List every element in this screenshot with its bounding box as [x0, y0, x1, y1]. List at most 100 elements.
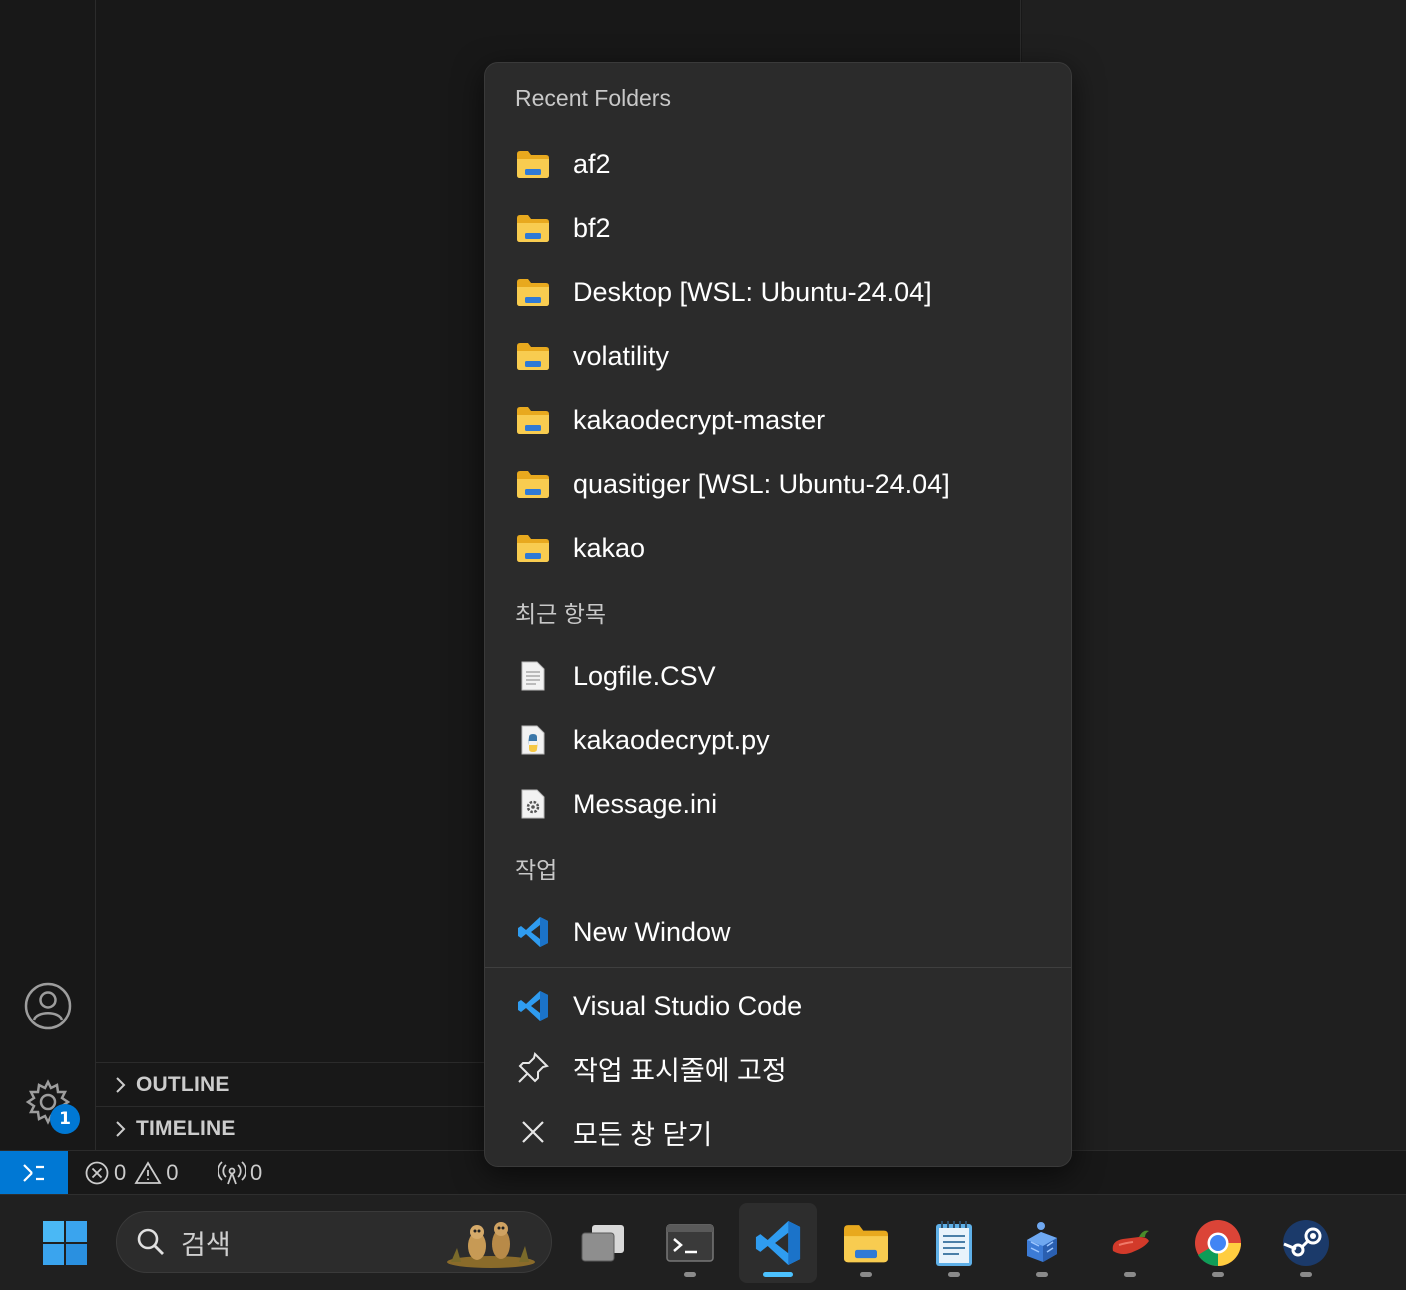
file-explorer-icon [844, 1225, 888, 1263]
new-window-label: New Window [573, 916, 731, 947]
search-highlight-icon [447, 1222, 535, 1268]
outline-section[interactable]: OUTLINE [96, 1062, 496, 1106]
error-icon [85, 1161, 109, 1185]
running-indicator [1036, 1272, 1048, 1277]
folder-icon [515, 530, 551, 566]
new-window-task[interactable]: New Window [485, 902, 1071, 962]
folder-icon [515, 466, 551, 502]
terminal-icon [666, 1224, 714, 1262]
ports-count: 0 [250, 1160, 263, 1185]
search-icon [137, 1228, 164, 1255]
search-placeholder: 검색 [181, 1229, 231, 1261]
recent-folder-label: bf2 [573, 212, 611, 243]
pin-icon [515, 1050, 551, 1086]
folder-icon [515, 402, 551, 438]
recent-folder-item[interactable]: quasitiger [WSL: Ubuntu-24.04] [485, 454, 1071, 514]
taskbar-search[interactable]: 검색 [116, 1211, 552, 1273]
remote-icon [23, 1164, 44, 1182]
recent-folder-label: kakao [573, 532, 646, 563]
warning-count: 0 [166, 1160, 179, 1185]
recent-item-label: Message.ini [573, 788, 718, 819]
recent-folder-item[interactable]: Desktop [WSL: Ubuntu-24.04] [485, 262, 1071, 322]
recent-folders-header: Recent Folders [515, 85, 671, 111]
recent-folder-label: Desktop [WSL: Ubuntu-24.04] [573, 276, 932, 307]
editor-area [1022, 0, 1406, 1150]
recent-folder-item[interactable]: kakao [485, 518, 1071, 578]
divider [485, 967, 1071, 968]
terminal-button[interactable] [651, 1203, 729, 1283]
running-indicator [948, 1272, 960, 1277]
vscode-icon [755, 1220, 801, 1266]
recent-folder-item[interactable]: bf2 [485, 198, 1071, 258]
taskbar: 검색 [0, 1194, 1406, 1290]
warning-icon [134, 1161, 162, 1184]
recent-folder-item[interactable]: volatility [485, 326, 1071, 386]
active-indicator [763, 1272, 793, 1277]
running-indicator [860, 1272, 872, 1277]
pin-to-taskbar-action[interactable]: 작업 표시줄에 고정 [485, 1038, 1071, 1098]
running-indicator [1124, 1272, 1136, 1277]
start-button[interactable] [26, 1203, 104, 1283]
close-icon [515, 1114, 551, 1150]
running-indicator [684, 1272, 696, 1277]
timeline-label: TIMELINE [136, 1116, 236, 1140]
folder-icon [515, 274, 551, 310]
chevron-right-icon [116, 1120, 126, 1137]
folder-icon [515, 146, 551, 182]
vscode-taskbar-button[interactable] [739, 1203, 817, 1283]
recent-item-label: kakaodecrypt.py [573, 724, 770, 755]
close-all-windows-action[interactable]: 모든 창 닫기 [485, 1102, 1071, 1162]
running-indicator [1212, 1272, 1224, 1277]
task-view-icon [581, 1225, 624, 1262]
desktop: 1 OUTLINE TIMELINE 0 0 0 Recent Folders [0, 0, 1406, 1290]
chevron-right-icon [116, 1076, 126, 1093]
settings-file-icon [515, 786, 551, 822]
app-name-label: Visual Studio Code [573, 990, 803, 1021]
recent-item[interactable]: kakaodecrypt.py [485, 710, 1071, 770]
broadcast-icon [218, 1161, 246, 1185]
notepad-icon [936, 1221, 972, 1266]
text-file-icon [515, 658, 551, 694]
running-indicator [1300, 1272, 1312, 1277]
vscode-icon [515, 988, 551, 1024]
notification-badge: 1 [50, 1104, 80, 1134]
remote-indicator[interactable] [0, 1151, 68, 1195]
notepad-button[interactable] [915, 1203, 993, 1283]
steam-icon [1283, 1220, 1329, 1266]
folder-icon [515, 210, 551, 246]
open-app-action[interactable]: Visual Studio Code [485, 976, 1071, 1036]
taskbar-jump-list: Recent Folders af2 bf2 Desktop [WSL: Ubu… [484, 62, 1072, 1167]
recent-item-label: Logfile.CSV [573, 660, 716, 691]
timeline-section[interactable]: TIMELINE [96, 1106, 496, 1150]
error-count: 0 [114, 1160, 127, 1185]
chrome-button[interactable] [1179, 1203, 1257, 1283]
recent-items-header: 최근 항목 [515, 601, 607, 627]
chrome-icon [1195, 1220, 1241, 1267]
recent-folder-label: volatility [573, 340, 670, 371]
pepper-app-button[interactable] [1091, 1203, 1169, 1283]
docker-icon [1027, 1222, 1057, 1262]
activity-bar: 1 [0, 0, 96, 1150]
recent-item[interactable]: Logfile.CSV [485, 646, 1071, 706]
close-all-label: 모든 창 닫기 [573, 1119, 713, 1150]
account-icon[interactable] [22, 980, 74, 1032]
pin-label: 작업 표시줄에 고정 [573, 1055, 787, 1086]
recent-item[interactable]: Message.ini [485, 774, 1071, 834]
pepper-app-icon [1112, 1230, 1149, 1254]
steam-button[interactable] [1267, 1203, 1345, 1283]
python-file-icon [515, 722, 551, 758]
docker-button[interactable] [1003, 1203, 1081, 1283]
task-view-button[interactable] [564, 1203, 642, 1283]
vscode-icon [515, 914, 551, 950]
recent-folder-item[interactable]: af2 [485, 134, 1071, 194]
folder-icon [515, 338, 551, 374]
recent-folder-label: af2 [573, 148, 611, 179]
file-explorer-button[interactable] [827, 1203, 905, 1283]
outline-label: OUTLINE [136, 1072, 230, 1096]
problems-indicator[interactable]: 0 0 [84, 1151, 179, 1195]
recent-folder-label: quasitiger [WSL: Ubuntu-24.04] [573, 468, 950, 499]
recent-folder-label: kakaodecrypt-master [573, 404, 826, 435]
tasks-header: 작업 [515, 857, 558, 883]
recent-folder-item[interactable]: kakaodecrypt-master [485, 390, 1071, 450]
ports-indicator[interactable]: 0 [218, 1151, 262, 1195]
